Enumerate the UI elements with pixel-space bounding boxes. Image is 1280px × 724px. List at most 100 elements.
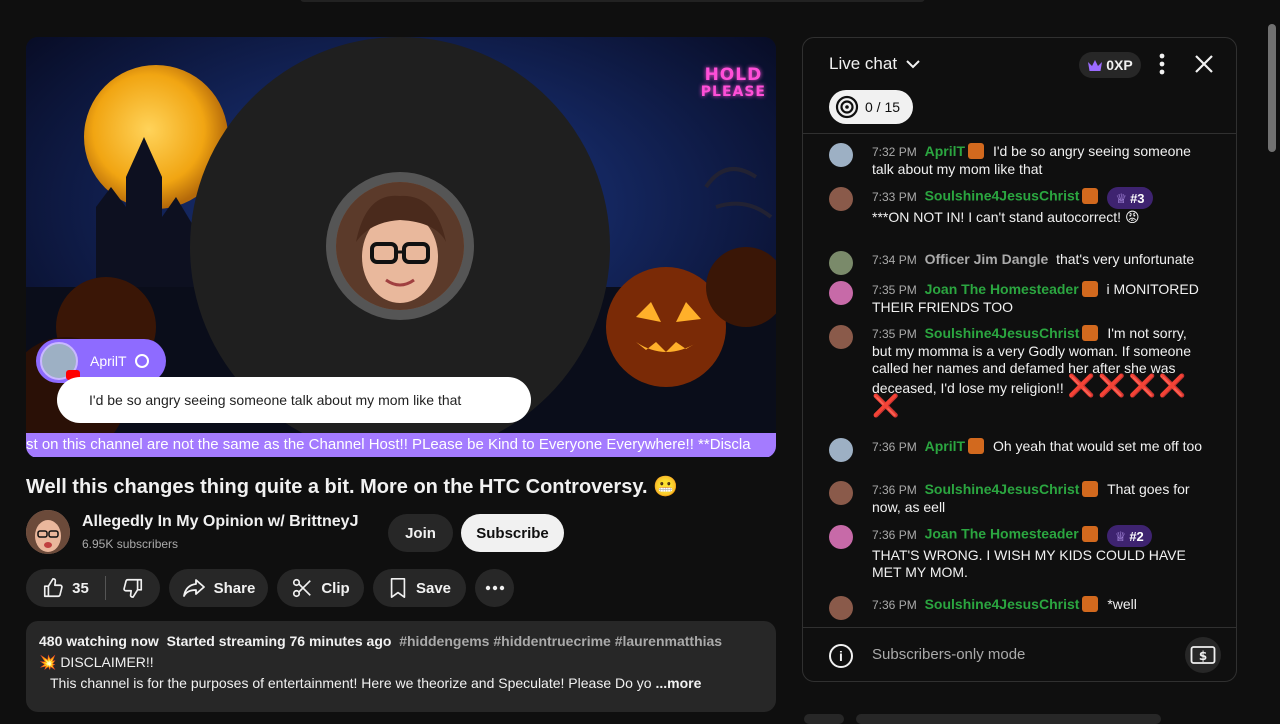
subscriber-count: 6.95K subscribers (82, 537, 179, 551)
hold-please-sign: HOLD PLEASE (701, 67, 766, 101)
more-vertical-icon[interactable] (1155, 51, 1169, 77)
message-time: 7:34 PM (872, 253, 917, 267)
join-button[interactable]: Join (388, 514, 453, 552)
channel-avatar[interactable] (26, 510, 70, 554)
share-button[interactable]: Share (169, 569, 268, 607)
video-title: Well this changes thing quite a bit. Mor… (26, 476, 678, 498)
channel-avatar-image (26, 510, 70, 554)
chat-header: Live chat 0XP 0 / 15 (803, 38, 1236, 134)
user-avatar (829, 251, 853, 275)
rank-badge: ♕ #3 (1107, 187, 1153, 209)
member-badge-icon (1082, 596, 1099, 612)
message-time: 7:32 PM (872, 145, 917, 159)
description-line2: 💥 DISCLAIMER!! (39, 654, 154, 670)
share-label: Share (213, 579, 256, 597)
show-more-link[interactable]: ...more (655, 675, 701, 691)
host-avatar (326, 172, 474, 320)
search-bar-edge (300, 0, 925, 2)
message-text: THAT'S WRONG. I WISH MY KIDS COULD HAVE … (872, 547, 1186, 580)
overlay-avatar (40, 342, 80, 380)
like-count: 35 (72, 579, 89, 597)
watching-count: 480 watching now (39, 633, 159, 649)
user-avatar (829, 525, 853, 549)
cross-emoji-row: ❌❌❌❌ (1067, 373, 1190, 398)
member-badge-icon (1082, 325, 1099, 341)
xp-badge[interactable]: 0XP (1079, 52, 1141, 78)
message-author[interactable]: Joan The Homesteader (925, 281, 1079, 297)
message-time: 7:35 PM (872, 283, 917, 297)
message-author[interactable]: Soulshine4JesusChrist (925, 325, 1080, 341)
message-author[interactable]: Soulshine4JesusChrist (925, 188, 1080, 204)
hold-line2: PLEASE (700, 84, 766, 100)
save-label: Save (415, 579, 452, 597)
cross-emoji: ❌ (872, 393, 903, 418)
description-box[interactable]: 480 watching now Started streaming 76 mi… (26, 621, 776, 712)
chat-message[interactable]: 7:36 PM AprilT Oh yeah that would set me… (829, 438, 1209, 462)
chat-overlay-message: I'd be so angry seeing someone talk abou… (57, 377, 531, 423)
member-badge-icon (1082, 187, 1099, 204)
crown-icon: ♕ (1115, 190, 1128, 206)
hold-line1: HOLD (704, 65, 763, 85)
message-author[interactable]: Soulshine4JesusChrist (925, 481, 1080, 497)
super-chat-button[interactable]: $ (1185, 637, 1221, 673)
chat-message[interactable]: 7:35 PM Joan The Homesteader i MONITORED… (829, 281, 1209, 316)
member-badge-icon (968, 143, 985, 159)
message-author[interactable]: AprilT (925, 143, 965, 159)
verified-icon (134, 354, 149, 368)
chat-title: Live chat (829, 54, 898, 73)
dislike-icon[interactable] (122, 577, 144, 599)
user-avatar (829, 325, 853, 349)
message-time: 7:36 PM (872, 527, 917, 542)
hashtags[interactable]: #hiddengems #hiddentruecrime #laurenmatt… (399, 633, 722, 649)
close-icon[interactable] (1193, 53, 1215, 75)
chat-message[interactable]: 7:35 PM Soulshine4JesusChrist I'm not so… (829, 325, 1209, 417)
message-time: 7:33 PM (872, 189, 917, 204)
user-avatar (829, 481, 853, 505)
message-author[interactable]: Soulshine4JesusChrist (925, 596, 1080, 612)
page-scrollbar[interactable] (1268, 24, 1276, 152)
user-avatar (829, 596, 853, 620)
target-icon (835, 95, 859, 119)
save-button[interactable]: Save (373, 569, 466, 607)
stream-started: Started streaming 76 minutes ago (166, 633, 392, 649)
message-author[interactable]: Officer Jim Dangle (925, 251, 1049, 267)
description-line3: This channel is for the purposes of ente… (50, 675, 652, 691)
crown-icon (1088, 59, 1103, 71)
member-badge-icon (1082, 481, 1099, 497)
chevron-down-icon (906, 60, 920, 69)
more-horizontal-icon (485, 585, 504, 591)
message-text: I'd be so angry seeing someone talk abou… (872, 143, 1191, 177)
chat-message[interactable]: 7:36 PM Joan The Homesteader ♕ #2 THAT'S WR… (829, 525, 1209, 581)
chat-message[interactable]: 7:36 PM Soulshine4JesusChrist That goes … (829, 481, 1209, 516)
related-chip (804, 714, 844, 724)
message-author[interactable]: Joan The Homesteader (925, 526, 1079, 542)
info-icon[interactable]: i (829, 644, 853, 668)
scrolling-ticker: st on this channel are not the same as t… (26, 433, 776, 457)
chat-message[interactable]: 7:36 PM Soulshine4JesusChrist *well (829, 596, 1209, 620)
message-text: *well (1107, 596, 1137, 612)
chat-goal-chip[interactable]: 0 / 15 (829, 90, 913, 124)
channel-name[interactable]: Allegedly In My Opinion w/ BrittneyJ (82, 513, 358, 531)
chat-message[interactable]: 7:33 PM Soulshine4JesusChrist ♕ #3 ***ON NO… (829, 187, 1209, 226)
user-avatar (829, 187, 853, 211)
message-text: Oh yeah that would set me off too (992, 438, 1203, 454)
clip-button[interactable]: Clip (277, 569, 364, 607)
rank-badge: ♕ #2 (1106, 525, 1152, 547)
like-icon[interactable] (42, 577, 64, 599)
dollar-icon: $ (1190, 646, 1216, 664)
message-author[interactable]: AprilT (925, 438, 965, 454)
subscribe-button[interactable]: Subscribe (461, 514, 564, 552)
chat-message[interactable]: 7:32 PM AprilT I'd be so angry seeing so… (829, 143, 1209, 178)
related-chip (856, 714, 1161, 724)
live-chat-panel: Live chat 0XP 0 / 15 7:32 PM AprilT I'd … (802, 37, 1237, 682)
chat-mode-dropdown[interactable]: Live chat (829, 54, 920, 74)
xp-value: 0XP (1106, 57, 1133, 73)
video-player[interactable]: HOLD PLEASE AprilT I'd be so angry seein… (26, 37, 776, 458)
like-dislike-group: 35 (26, 569, 160, 607)
like-divider (104, 576, 106, 600)
clip-label: Clip (321, 579, 350, 597)
chat-message[interactable]: 7:34 PM Officer Jim Dangle that's very u… (829, 251, 1209, 275)
more-actions-button[interactable] (475, 569, 514, 607)
share-icon (182, 579, 205, 597)
chat-messages: 7:32 PM AprilT I'd be so angry seeing so… (803, 135, 1236, 629)
